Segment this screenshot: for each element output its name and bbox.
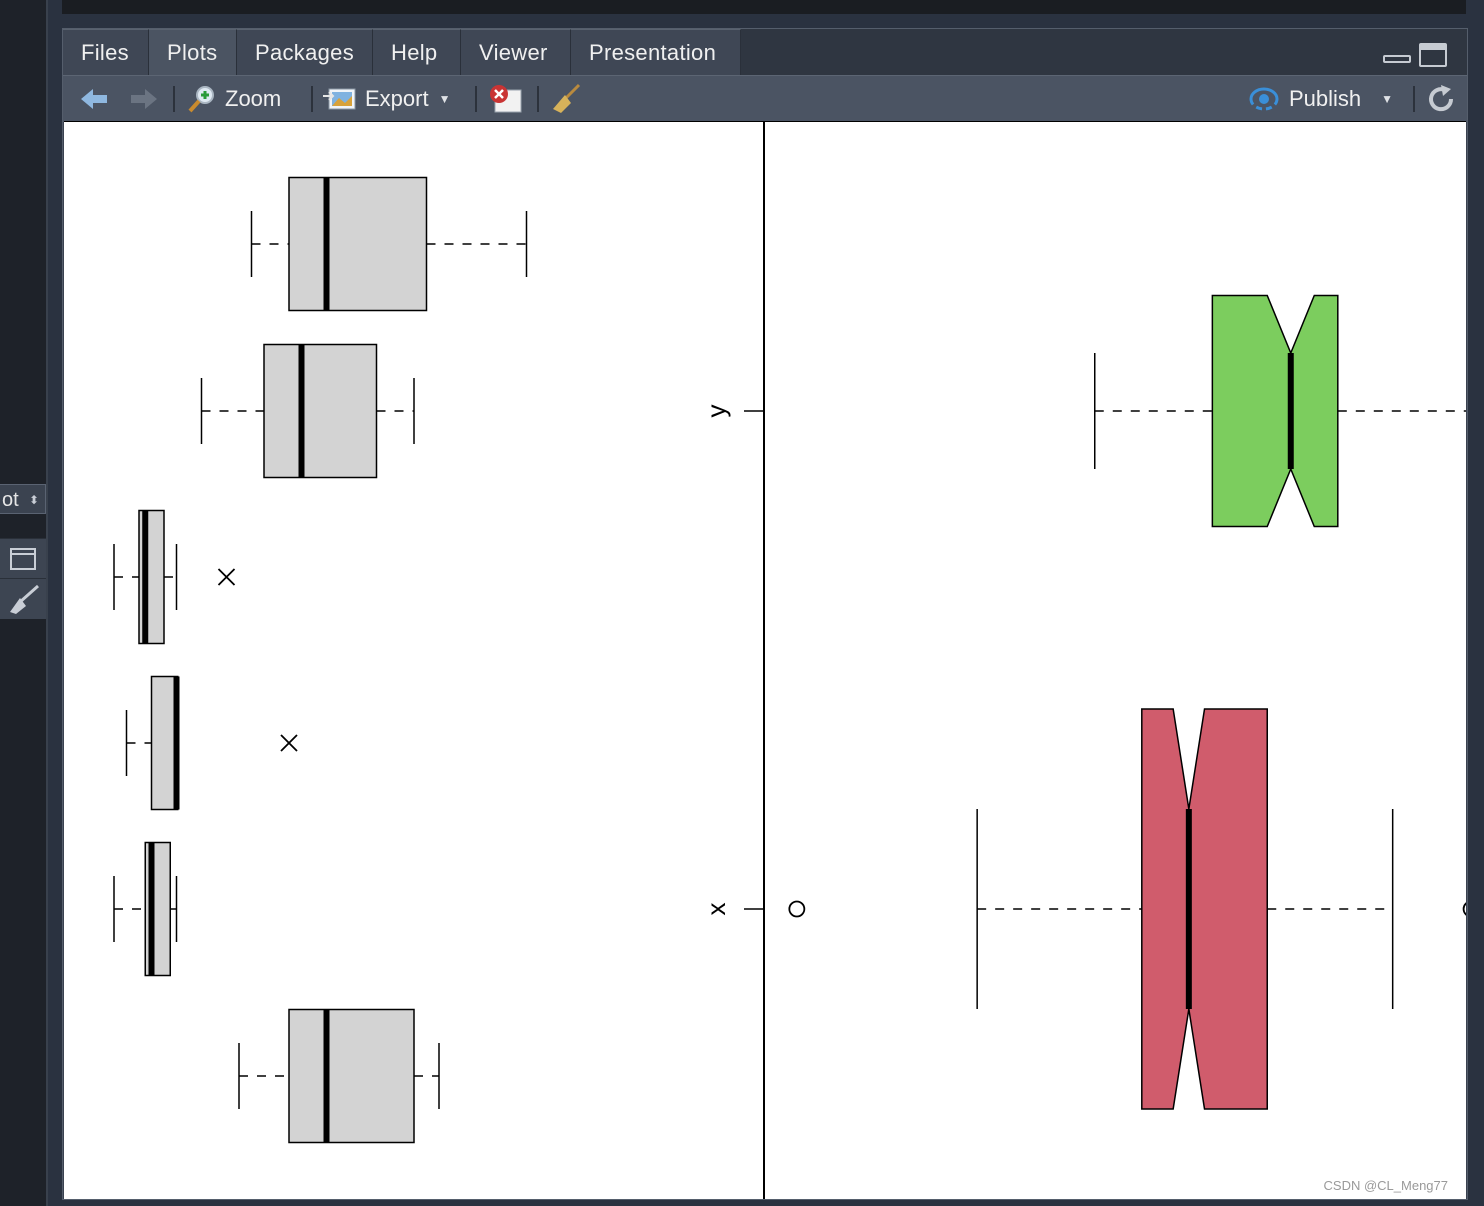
box — [263, 343, 378, 479]
zoom-button[interactable]: Zoom — [187, 76, 281, 122]
export-image-icon — [323, 88, 356, 110]
plot-canvas: xy CSDN @CL_Meng77 — [64, 121, 1480, 1199]
tab-presentation[interactable]: Presentation — [571, 29, 741, 75]
outlier-mark — [280, 734, 298, 752]
toolbar-separator — [1413, 86, 1415, 112]
refresh-icon — [1429, 85, 1454, 112]
tab-packages[interactable]: Packages — [237, 29, 373, 75]
toolbar-separator — [475, 86, 477, 112]
category-label: x — [701, 903, 731, 916]
back-button[interactable] — [79, 76, 109, 122]
plots-pane: Files Plots Packages Help Viewer Present… — [62, 28, 1480, 1200]
minimize-icon[interactable] — [1383, 43, 1411, 63]
notched-box — [1211, 294, 1339, 528]
zoom-icon — [188, 86, 214, 113]
side-select[interactable]: ot ⬍ — [0, 484, 46, 514]
tab-plots[interactable]: Plots — [149, 29, 237, 75]
window-icon — [10, 548, 36, 570]
toolbar-separator — [173, 86, 175, 112]
export-button[interactable]: Export ▼ — [323, 76, 450, 122]
left-panel-edge — [46, 0, 48, 1206]
chevron-down-icon: ▼ — [438, 92, 451, 106]
category-label: y — [701, 405, 731, 418]
tab-viewer[interactable]: Viewer — [461, 29, 571, 75]
side-window-button[interactable] — [0, 538, 46, 579]
zoom-label: Zoom — [225, 86, 282, 111]
outlier-point — [1462, 900, 1480, 918]
tab-help[interactable]: Help — [373, 29, 461, 75]
publish-label: Publish — [1289, 86, 1362, 111]
plot-svg: xy — [113, 122, 1480, 1199]
watermark: CSDN @CL_Meng77 — [1323, 1178, 1448, 1193]
tab-files[interactable]: Files — [63, 29, 149, 75]
clear-plots-button[interactable] — [549, 76, 583, 122]
side-select-text: ot — [2, 489, 19, 511]
export-label: Export — [365, 86, 429, 111]
box — [288, 176, 428, 312]
remove-plot-button[interactable] — [487, 76, 523, 122]
publish-icon — [1249, 87, 1279, 111]
notched-box — [1141, 708, 1268, 1110]
remove-plot-icon — [490, 85, 522, 113]
broom-icon — [10, 584, 39, 614]
console-strip — [62, 0, 1466, 14]
maximize-icon[interactable] — [1419, 43, 1447, 67]
arrow-right-icon — [131, 89, 157, 109]
chevron-down-icon: ▼ — [1381, 92, 1394, 106]
outlier-point — [788, 900, 806, 918]
side-broom-button[interactable] — [0, 578, 46, 619]
plots-toolbar: Zoom Export ▼ Publish ▼ — [63, 75, 1467, 122]
toolbar-separator — [311, 86, 313, 112]
select-arrows-icon: ⬍ — [28, 493, 39, 507]
broom-icon — [553, 83, 581, 113]
arrow-left-icon — [81, 89, 107, 109]
outlier-mark — [217, 568, 236, 586]
refresh-button[interactable] — [1425, 76, 1457, 122]
tab-bar: Files Plots Packages Help Viewer Present… — [63, 29, 1467, 75]
toolbar-separator — [537, 86, 539, 112]
forward-button[interactable] — [129, 76, 159, 122]
box — [288, 1008, 415, 1144]
publish-button[interactable]: Publish ▼ — [1247, 76, 1393, 122]
